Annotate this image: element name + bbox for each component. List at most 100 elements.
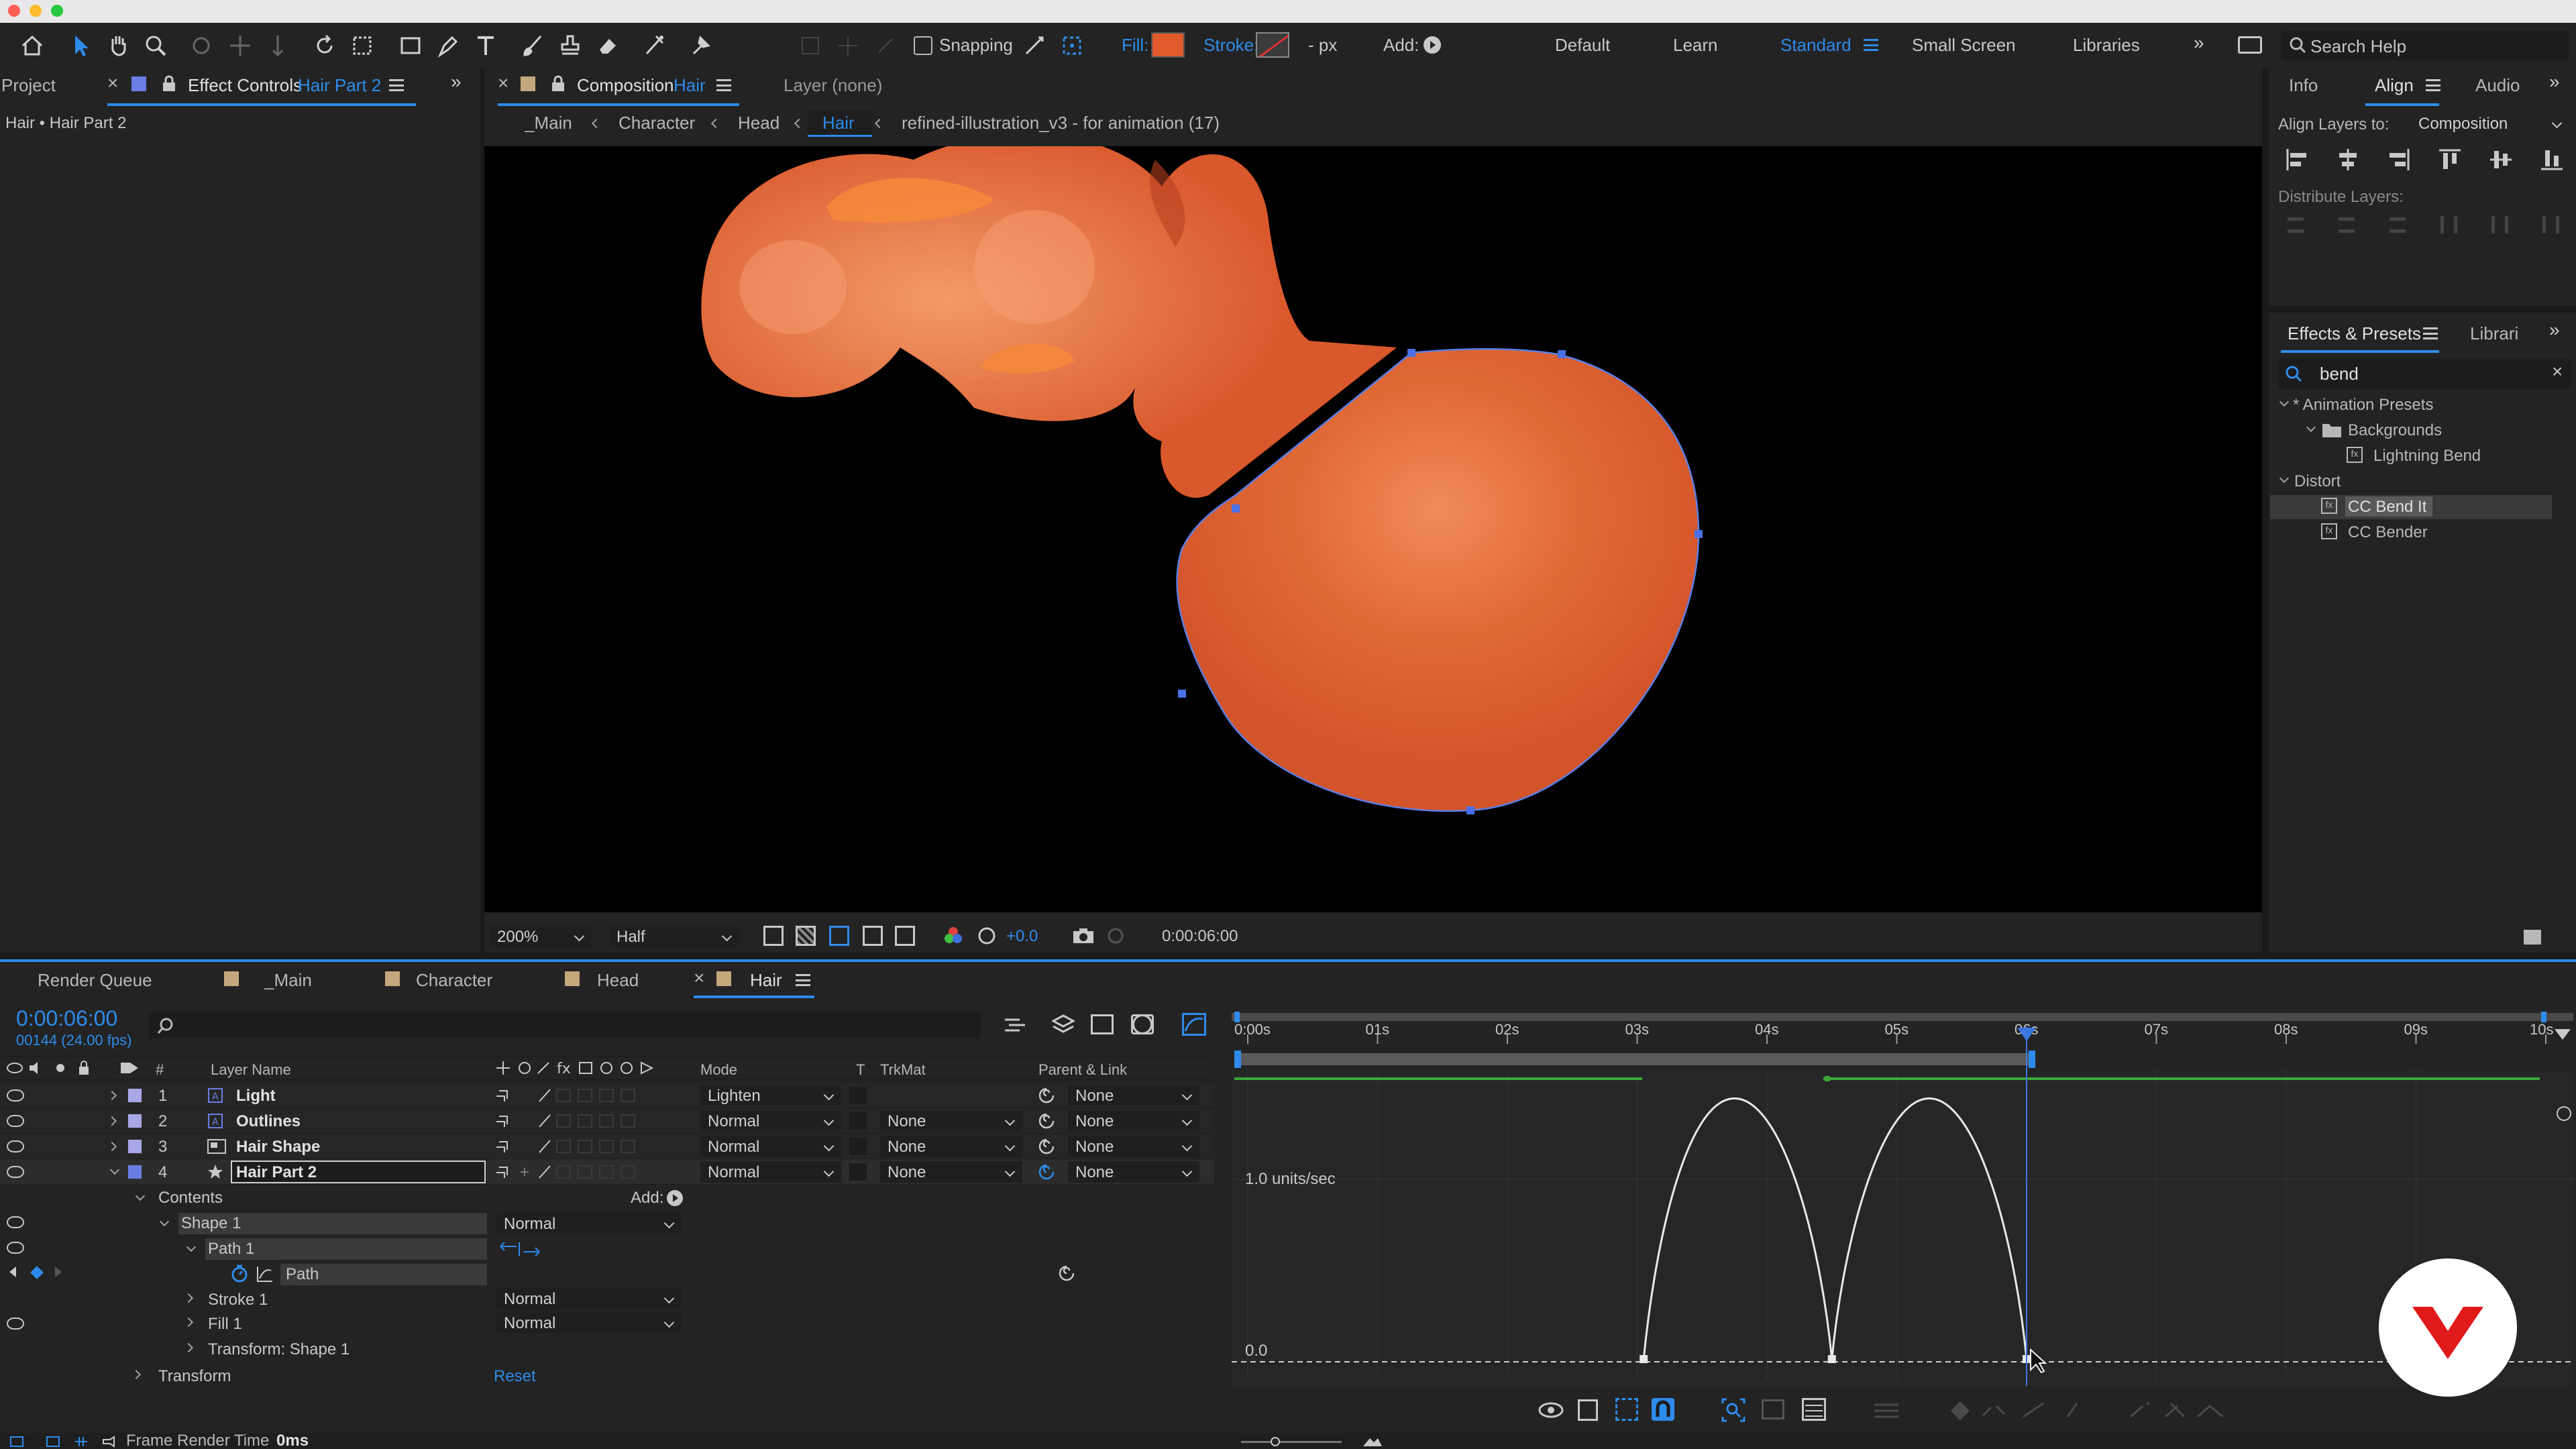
rectangle-tool-icon[interactable] — [392, 27, 429, 64]
layer-visibility-icon[interactable] — [7, 1140, 24, 1152]
fill1-blend-dropdown[interactable]: Normal — [496, 1312, 682, 1334]
rotate-tool-icon[interactable] — [306, 27, 343, 64]
align-menu-icon[interactable] — [2426, 79, 2440, 91]
home-icon[interactable] — [13, 27, 51, 64]
tab-align[interactable]: Align — [2375, 75, 2414, 96]
crumb-character[interactable]: Character — [619, 113, 695, 133]
pan-tool-icon[interactable] — [221, 27, 259, 64]
viewer-timecode[interactable]: 0:00:06:00 — [1162, 927, 1238, 946]
align-right-icon[interactable] — [2387, 148, 2411, 172]
fit-selection-icon[interactable] — [1721, 1398, 1746, 1426]
show-properties-icon[interactable] — [1538, 1401, 1564, 1423]
graph-editor-icon[interactable] — [1182, 1013, 1206, 1036]
workspace-learn[interactable]: Learn — [1673, 35, 1718, 56]
tab-composition[interactable]: Composition — [577, 75, 674, 96]
contents-add-menu-icon[interactable] — [667, 1190, 683, 1206]
keyframe-nav-next-icon[interactable] — [55, 1267, 62, 1277]
align-left-icon[interactable] — [2285, 148, 2309, 172]
parent-pickwhip-icon[interactable] — [1037, 1112, 1056, 1130]
tab-layer[interactable]: Layer (none) — [784, 75, 882, 96]
align-horizontal-center-icon[interactable] — [2336, 148, 2360, 172]
layer-label-swatch[interactable] — [127, 1139, 142, 1154]
keyframe-nav-prev-icon[interactable] — [9, 1267, 16, 1277]
lock-icon[interactable] — [161, 75, 177, 96]
tree-cc-bender[interactable]: CC Bender — [2348, 523, 2428, 542]
transform-box-icon[interactable] — [1615, 1398, 1638, 1421]
search-help-field[interactable]: Search Help — [2281, 31, 2569, 60]
preserve-transparency-checkbox[interactable] — [849, 1112, 867, 1130]
resolution-dropdown[interactable]: Half — [609, 926, 739, 947]
layer-visibility-icon[interactable] — [7, 1115, 24, 1127]
tab-character[interactable]: Character — [416, 970, 492, 991]
roto-brush-tool-icon[interactable] — [636, 27, 674, 64]
snap-graph-icon[interactable] — [1652, 1398, 1674, 1421]
draft-3d-icon[interactable] — [1051, 1014, 1076, 1034]
orbit-tool-icon[interactable] — [182, 27, 220, 64]
region-of-interest-icon[interactable] — [763, 926, 784, 946]
snapshot-camera-icon[interactable] — [1072, 927, 1095, 945]
workspace-overflow-icon[interactable]: » — [2194, 32, 2204, 54]
pan-behind-tool-icon[interactable] — [343, 27, 381, 64]
workspace-libraries[interactable]: Libraries — [2073, 35, 2140, 56]
layer-visibility-icon[interactable] — [7, 1089, 24, 1102]
stroke-swatch[interactable] — [1256, 32, 1289, 58]
add-menu-icon[interactable] — [1424, 36, 1441, 54]
crumb-main[interactable]: _Main — [525, 113, 572, 133]
tree-cc-bend-it[interactable]: CC Bend It — [2348, 498, 2426, 517]
graph-editor[interactable]: 0:00s01s02s03s04s05s06s07s08s09s10s — [1232, 1004, 2573, 1386]
fill1-visibility-icon[interactable] — [7, 1318, 24, 1330]
tab-audio[interactable]: Audio — [2475, 75, 2520, 96]
eraser-tool-icon[interactable] — [589, 27, 627, 64]
fit-all-icon[interactable] — [1762, 1399, 1784, 1419]
layer-name[interactable]: Hair Shape — [236, 1138, 320, 1157]
clear-search-icon[interactable]: × — [2552, 361, 2563, 382]
layer-name[interactable]: Outlines — [236, 1112, 301, 1131]
tree-backgrounds[interactable]: Backgrounds — [2348, 421, 2442, 440]
prop-path[interactable]: Path — [286, 1265, 319, 1284]
workspace-small-screen[interactable]: Small Screen — [1912, 35, 2016, 56]
tab-effect-controls[interactable]: Effect Controls — [188, 75, 302, 96]
layer-label-swatch[interactable] — [127, 1114, 142, 1128]
close-window-button[interactable] — [8, 5, 20, 17]
snap-target-icon[interactable] — [1053, 27, 1091, 64]
tab-head[interactable]: Head — [597, 970, 639, 991]
timeline-menu-icon[interactable] — [796, 974, 810, 986]
path-direction-icon[interactable] — [498, 1240, 545, 1262]
tab-project[interactable]: Project — [1, 75, 56, 96]
composition-menu-icon[interactable] — [716, 79, 731, 91]
prop-transform[interactable]: Transform — [158, 1367, 231, 1386]
effects-overflow-icon[interactable]: » — [2549, 319, 2560, 341]
path1-visibility-icon[interactable] — [7, 1242, 24, 1254]
brush-tool-icon[interactable] — [514, 27, 551, 64]
motion-blur-icon[interactable] — [1132, 1014, 1152, 1034]
workspace-standard[interactable]: Standard — [1780, 35, 1851, 56]
layer-mode-dropdown[interactable]: Lighten — [700, 1085, 841, 1106]
shape1-blend-dropdown[interactable]: Normal — [496, 1213, 682, 1234]
path-pickwhip-icon[interactable] — [1057, 1264, 1076, 1286]
prop-fill1[interactable]: Fill 1 — [208, 1315, 242, 1334]
hide-shy-layers-icon[interactable] — [1091, 1014, 1114, 1034]
layer-parent-dropdown[interactable]: None — [1068, 1161, 1199, 1183]
align-top-icon[interactable] — [2438, 148, 2462, 172]
tab-main[interactable]: _Main — [264, 970, 312, 991]
comp-mini-flowchart-icon[interactable] — [1004, 1016, 1026, 1034]
type-tool-icon[interactable] — [467, 27, 504, 64]
composition-lock-icon[interactable] — [550, 75, 566, 96]
layer-name[interactable]: Hair Part 2 — [236, 1163, 317, 1182]
snapping-checkbox[interactable] — [914, 36, 932, 55]
tab-effects-presets[interactable]: Effects & Presets — [2288, 323, 2421, 344]
left-panel-overflow-icon[interactable]: » — [451, 71, 462, 93]
parent-pickwhip-icon[interactable] — [1037, 1086, 1056, 1105]
parent-pickwhip-icon[interactable] — [1037, 1163, 1056, 1181]
layer-mode-dropdown[interactable]: Normal — [700, 1136, 841, 1157]
pen-tool-icon[interactable] — [429, 27, 467, 64]
tree-distort[interactable]: Distort — [2294, 472, 2341, 491]
hand-tool-icon[interactable] — [99, 27, 137, 64]
selection-tool-icon[interactable] — [62, 27, 99, 64]
close-project-tab-icon[interactable]: × — [107, 72, 118, 94]
preserve-transparency-checkbox[interactable] — [849, 1163, 867, 1181]
preserve-transparency-checkbox[interactable] — [849, 1087, 867, 1104]
close-composition-tab-icon[interactable]: × — [498, 72, 508, 94]
transparency-grid-icon[interactable] — [796, 926, 816, 946]
mask-visibility-icon[interactable] — [829, 926, 849, 946]
